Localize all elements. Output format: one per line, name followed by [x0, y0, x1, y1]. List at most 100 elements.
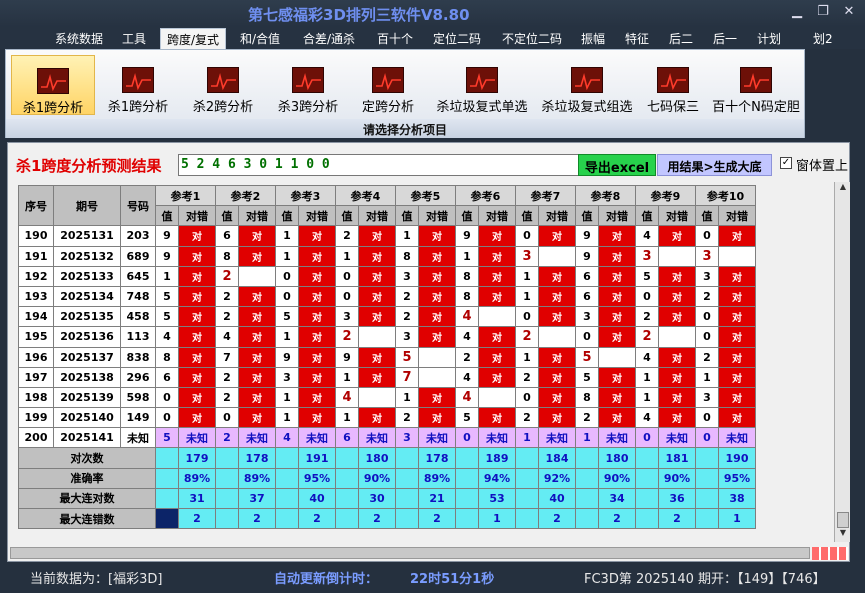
menu-item-fixed-two[interactable]: 定位二码	[433, 30, 481, 47]
menu-item-sum[interactable]: 和/合值	[240, 30, 280, 47]
stats-value: 2	[358, 507, 396, 530]
menu-item-amplitude[interactable]: 振幅	[581, 30, 605, 47]
countdown-value: 22时51分1秒	[410, 572, 495, 587]
cell-hit: 对	[598, 326, 636, 348]
table-row[interactable]: 200 2025141 未知 5 未知 2 未知 4 未知 6 未知 3 未知 0 未知 1 未知 1 未知 0 未知 0…	[18, 427, 756, 449]
menu-item-position-digits[interactable]: 百十个	[377, 30, 413, 47]
ribbon-button-kill-junk-group[interactable]: 杀垃圾复式组选	[538, 55, 636, 115]
cell-issue: 2025133	[53, 265, 121, 287]
menu-item-unfixed-two[interactable]: 不定位二码	[502, 30, 562, 47]
cell-value: 0	[335, 285, 359, 308]
cell-value: 2	[335, 225, 359, 247]
table-row[interactable]: 192 2025133 645 1 对 2 0 对 0 对 3 对 8 对 1 对 6 对 5 对 3 对	[18, 265, 756, 287]
cell-value: 1	[635, 366, 659, 388]
stats-value: 1	[718, 507, 756, 530]
result-value-field[interactable]: 5 2 4 6 3 0 1 1 0 0	[178, 154, 582, 176]
header-ref: 参考10	[695, 184, 756, 207]
cell-hit: 对	[298, 245, 336, 267]
generate-base-button[interactable]: 用结果>生成大底	[657, 154, 772, 176]
scroll-down-icon[interactable]: ▼	[835, 528, 851, 542]
stats-value: 2	[418, 507, 456, 530]
table-row[interactable]: 193 2025134 748 5 对 2 对 0 对 0 对 2 对 8 对 1 对 6 对 0 对 2 对	[18, 285, 756, 308]
table-row[interactable]: 197 2025138 296 6 对 2 对 3 对 1 对 7 4 对 2 对 5 对 1 对 1 对	[18, 366, 756, 388]
cell-hit	[598, 346, 636, 368]
table-row[interactable]: 199 2025140 149 0 对 0 对 1 对 1 对 2 对 5 对 2 对 2 对 4 对 0 对	[18, 407, 756, 429]
menu-item-feature[interactable]: 特征	[625, 30, 649, 47]
stats-spacer	[275, 467, 299, 489]
stats-spacer	[395, 467, 419, 489]
cell-value: 0	[275, 265, 299, 287]
close-icon[interactable]: ✕	[840, 4, 858, 19]
menu-item-system-data[interactable]: 系统数据	[55, 30, 103, 47]
ribbon-button-n-code[interactable]: 百十个N码定胆	[709, 55, 803, 115]
stats-spacer	[395, 507, 419, 530]
cell-value: 1	[515, 346, 539, 368]
cell-hit: 未知	[658, 427, 696, 449]
cell-value: 8	[455, 265, 479, 287]
pin-window-checkbox[interactable]: ✓	[780, 157, 792, 169]
table-row[interactable]: 195 2025136 113 4 对 4 对 1 对 2 3 对 4 对 2 0 对 2 0 对	[18, 326, 756, 348]
stats-value: 89%	[178, 467, 216, 489]
table-row[interactable]: 190 2025131 203 9 对 6 对 1 对 2 对 1 对 9 对 0 对 9 对 4 对 0 对	[18, 225, 756, 247]
cell-value: 8	[155, 346, 179, 368]
cell-hit: 对	[358, 265, 396, 287]
cell-number: 458	[120, 306, 156, 328]
export-excel-button[interactable]: 导出excel	[578, 154, 656, 176]
ribbon-button-kill1-span-a[interactable]: 杀1跨分析	[11, 55, 95, 116]
cell-hit: 未知	[598, 427, 636, 449]
ribbon-button-seven-code[interactable]: 七码保三	[638, 55, 708, 115]
header-value: 值	[395, 205, 419, 227]
cell-hit	[478, 386, 516, 409]
cell-value: 2	[215, 366, 239, 388]
restore-icon[interactable]: ❐	[814, 4, 832, 19]
cell-hit: 对	[718, 386, 756, 409]
menu-item-plan[interactable]: 计划	[757, 30, 781, 47]
stats-spacer	[695, 507, 719, 530]
menu-item-diff-kill[interactable]: 合差/通杀	[303, 30, 355, 47]
ribbon-button-fixed-span[interactable]: 定跨分析	[346, 55, 430, 115]
stats-value: 36	[658, 487, 696, 510]
menu-item-plan2[interactable]: 划2	[813, 30, 833, 47]
scroll-up-icon[interactable]: ▲	[835, 182, 851, 196]
cell-hit: 对	[358, 225, 396, 247]
cell-number: 598	[120, 386, 156, 409]
menu-item-span-compound[interactable]: 跨度/复式	[160, 28, 227, 49]
table-row[interactable]: 194 2025135 458 5 对 2 对 5 对 3 对 2 对 4 0 对 3 对 2 对 0 对	[18, 306, 756, 328]
ribbon-button-label: 七码保三	[646, 100, 699, 115]
table-row[interactable]: 198 2025139 598 0 对 2 对 1 对 4 1 对 4 0 对 8 对 1 对 3 对	[18, 386, 756, 409]
ribbon-button-kill-junk-single[interactable]: 杀垃圾复式单选	[433, 55, 531, 115]
menu-item-last-two[interactable]: 后二	[669, 30, 693, 47]
stats-value: 178	[238, 447, 276, 469]
cell-hit: 对	[538, 407, 576, 429]
chart-icon	[37, 68, 69, 94]
cell-issue: 2025137	[53, 346, 121, 368]
table-row[interactable]: 196 2025137 838 8 对 7 对 9 对 9 对 5 2 对 1 对 5 4 对 2 对	[18, 346, 756, 368]
stats-label: 最大连对数	[18, 487, 156, 510]
cell-value: 0	[275, 285, 299, 308]
analysis-table: 序号 期号 号码 参考1 参考2 参考3 参考4 参考5 参考6 参考7 参考8 参考9 参考10 值对错…	[18, 184, 756, 530]
ribbon-button-kill2-span[interactable]: 杀2跨分析	[181, 55, 265, 115]
scroll-thumb[interactable]	[837, 512, 849, 528]
stats-spacer	[275, 507, 299, 530]
menu-item-tools[interactable]: 工具	[122, 30, 146, 47]
cell-value: 6	[575, 285, 599, 308]
ribbon-button-label: 杀1跨分析	[107, 100, 169, 115]
table-row[interactable]: 191 2025132 689 9 对 8 对 1 对 1 对 8 对 1 对 3 9 对 3 3	[18, 245, 756, 267]
cell-hit: 对	[418, 225, 456, 247]
cell-hit: 对	[718, 366, 756, 388]
ribbon-button-kill3-span[interactable]: 杀3跨分析	[266, 55, 350, 115]
header-ref: 参考4	[335, 184, 396, 207]
cell-value: 5	[575, 366, 599, 388]
cell-value: 4	[155, 326, 179, 348]
cell-seq: 194	[18, 306, 54, 328]
minimize-icon[interactable]: ▁	[788, 4, 806, 19]
cell-hit: 对	[478, 326, 516, 348]
menu-item-last-one[interactable]: 后一	[713, 30, 737, 47]
cell-value: 2	[395, 285, 419, 308]
ribbon-button-kill1-span-b[interactable]: 杀1跨分析	[96, 55, 180, 115]
vertical-scrollbar[interactable]: ▲ ▼	[834, 182, 850, 542]
cell-value: 2	[215, 265, 239, 287]
ribbon-button-label: 杀垃圾复式组选	[541, 100, 633, 115]
stats-spacer	[635, 507, 659, 530]
header-ref: 参考7	[515, 184, 576, 207]
